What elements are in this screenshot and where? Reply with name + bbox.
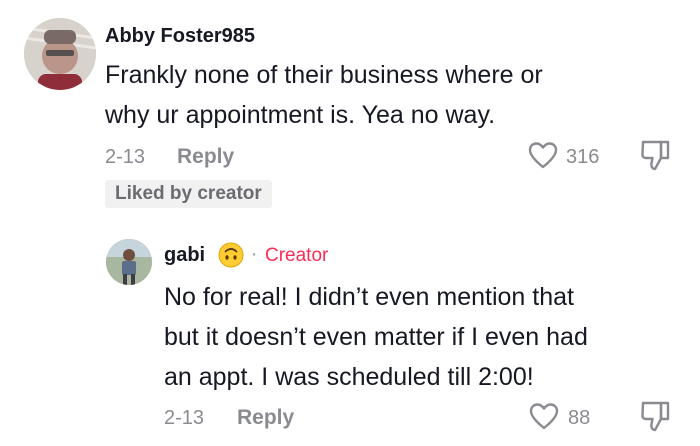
comment-text-line: Frankly none of their business where or xyxy=(105,61,543,89)
comment-text-line: No for real! I didn’t even mention that xyxy=(164,283,574,311)
avatar[interactable] xyxy=(24,18,96,90)
reply-button[interactable]: Reply xyxy=(177,145,234,169)
comment-username[interactable]: gabi xyxy=(164,244,205,267)
user-avatar-icon xyxy=(106,239,152,285)
liked-by-creator-badge: Liked by creator xyxy=(105,180,272,208)
separator: · xyxy=(251,244,258,265)
comment-username[interactable]: Abby Foster985 xyxy=(105,25,255,48)
user-avatar-icon xyxy=(24,18,96,90)
comment-date: 2-13 xyxy=(105,146,146,168)
thumbs-down-icon[interactable] xyxy=(639,399,671,433)
comment-date: 2-13 xyxy=(164,407,205,429)
reply-button[interactable]: Reply xyxy=(237,406,294,430)
heart-icon[interactable] xyxy=(527,140,559,172)
upside-down-face-emoji-icon xyxy=(218,242,244,268)
comment-text-line: but it doesn’t even matter if I even had xyxy=(164,323,588,351)
heart-icon[interactable] xyxy=(528,401,560,433)
thumbs-down-icon[interactable] xyxy=(639,138,671,172)
avatar[interactable] xyxy=(106,239,152,285)
comment-text: No for real! I didn’t even mention that … xyxy=(164,277,694,397)
reply-comment: gabi · Creator No for real! I didn’t eve… xyxy=(0,225,700,446)
like-count: 316 xyxy=(566,146,600,168)
comment-text: Frankly none of their business where or … xyxy=(105,55,695,135)
comment: Abby Foster985 Frankly none of their bus… xyxy=(0,0,700,220)
creator-tag: Creator xyxy=(265,245,329,266)
comment-text-line: an appt. I was scheduled till 2:00! xyxy=(164,363,534,391)
comment-text-line: why ur appointment is. Yea no way. xyxy=(105,101,496,129)
like-count: 88 xyxy=(568,407,591,429)
